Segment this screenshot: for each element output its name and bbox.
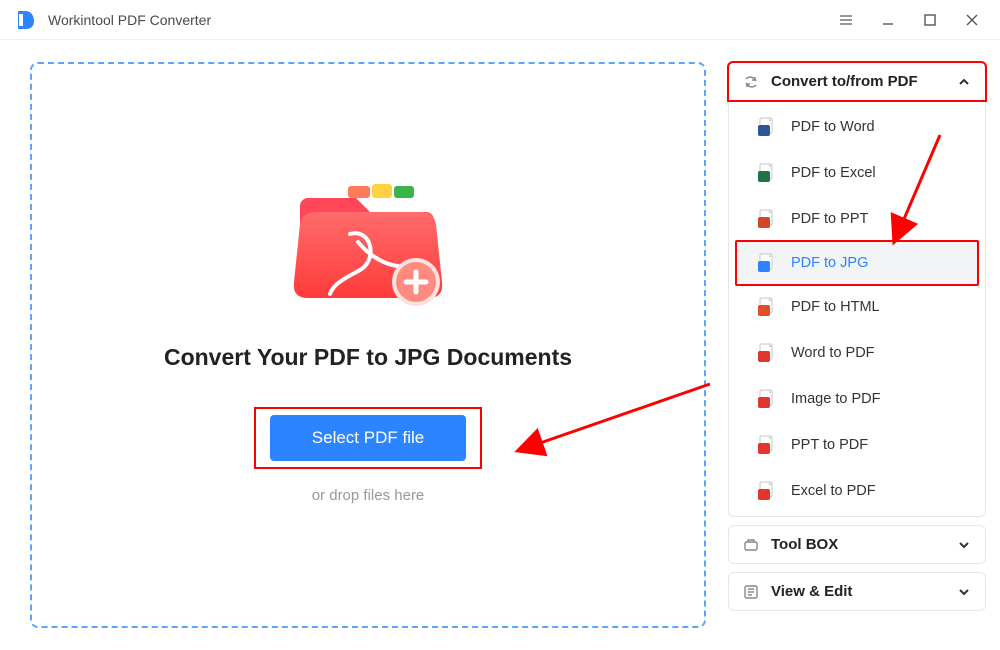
menu-item-image-to-pdf[interactable]: Image to PDF <box>729 376 985 422</box>
html-file-icon <box>757 297 777 317</box>
pdf-file-icon <box>757 389 777 409</box>
drop-hint: or drop files here <box>312 487 425 504</box>
chevron-down-icon <box>957 538 971 552</box>
menu-item-pdf-to-html[interactable]: PDF to HTML <box>729 284 985 330</box>
panel-body-convert: PDF to Word PDF to Excel PDF to PPT PDF … <box>729 102 985 516</box>
ppt-file-icon <box>757 209 777 229</box>
toolbox-icon <box>743 537 761 553</box>
pdf-file-icon <box>757 435 777 455</box>
menu-item-ppt-to-pdf[interactable]: PPT to PDF <box>729 422 985 468</box>
sidebar: Convert to/from PDF PDF to Word PDF to E… <box>728 62 986 628</box>
menu-item-pdf-to-word[interactable]: PDF to Word <box>729 104 985 150</box>
word-file-icon <box>757 117 777 137</box>
chevron-down-icon <box>957 585 971 599</box>
menu-item-pdf-to-ppt[interactable]: PDF to PPT <box>729 196 985 242</box>
panel-label: View & Edit <box>771 583 957 600</box>
panel-header-toolbox[interactable]: Tool BOX <box>729 526 985 563</box>
app-title: Workintool PDF Converter <box>48 12 826 28</box>
panel-header-viewedit[interactable]: View & Edit <box>729 573 985 610</box>
menu-button[interactable] <box>826 3 866 37</box>
panel-toolbox: Tool BOX <box>728 525 986 564</box>
pdf-file-icon <box>757 343 777 363</box>
minimize-button[interactable] <box>868 3 908 37</box>
folder-pdf-icon <box>288 176 448 316</box>
view-edit-icon <box>743 584 761 600</box>
panel-label: Convert to/from PDF <box>771 73 957 90</box>
excel-file-icon <box>757 163 777 183</box>
menu-item-pdf-to-excel[interactable]: PDF to Excel <box>729 150 985 196</box>
jpg-file-icon <box>757 253 777 273</box>
dropzone-headline: Convert Your PDF to JPG Documents <box>164 344 572 371</box>
menu-item-label: PDF to HTML <box>791 299 880 315</box>
menu-item-pdf-to-jpg[interactable]: PDF to JPG <box>735 240 979 286</box>
app-logo-icon <box>14 8 38 32</box>
menu-item-label: PDF to PPT <box>791 211 868 227</box>
menu-item-excel-to-pdf[interactable]: Excel to PDF <box>729 468 985 514</box>
menu-item-label: Excel to PDF <box>791 483 876 499</box>
window-controls <box>826 3 992 37</box>
convert-icon <box>743 74 761 90</box>
maximize-button[interactable] <box>910 3 950 37</box>
menu-item-label: PPT to PDF <box>791 437 868 453</box>
panel-viewedit: View & Edit <box>728 572 986 611</box>
chevron-up-icon <box>957 75 971 89</box>
select-pdf-button[interactable]: Select PDF file <box>270 415 466 461</box>
panel-label: Tool BOX <box>771 536 957 553</box>
panel-convert: Convert to/from PDF PDF to Word PDF to E… <box>728 62 986 517</box>
menu-item-label: Image to PDF <box>791 391 880 407</box>
file-dropzone[interactable]: Convert Your PDF to JPG Documents Select… <box>30 62 706 628</box>
close-button[interactable] <box>952 3 992 37</box>
select-button-highlight: Select PDF file <box>254 407 482 469</box>
menu-item-label: PDF to Excel <box>791 165 876 181</box>
menu-item-label: Word to PDF <box>791 345 875 361</box>
menu-item-word-to-pdf[interactable]: Word to PDF <box>729 330 985 376</box>
titlebar: Workintool PDF Converter <box>0 0 1000 40</box>
menu-item-label: PDF to JPG <box>791 255 868 271</box>
menu-item-label: PDF to Word <box>791 119 875 135</box>
panel-header-convert[interactable]: Convert to/from PDF <box>727 61 987 102</box>
pdf-file-icon <box>757 481 777 501</box>
